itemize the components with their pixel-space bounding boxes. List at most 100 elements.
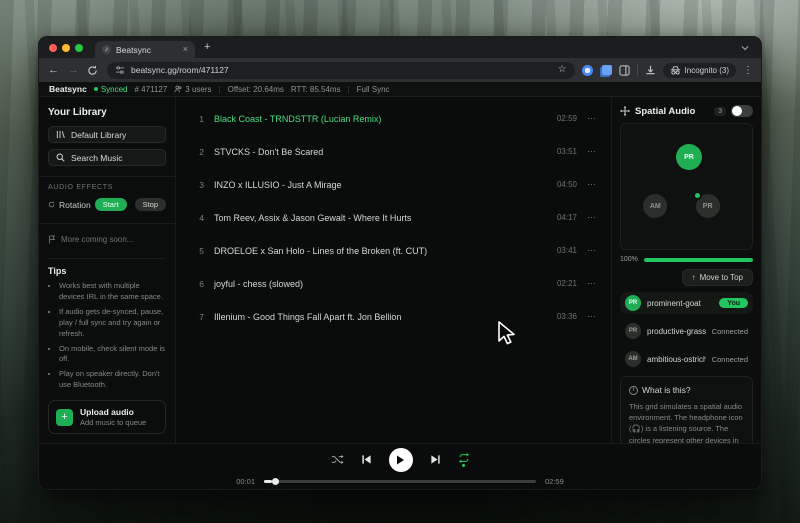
track-menu-icon[interactable]: ⋯ <box>587 311 597 322</box>
user-name: productive-grassho... <box>647 327 706 336</box>
address-bar[interactable]: beatsync.gg/room/471127 ☆ <box>107 62 575 79</box>
full-sync-button[interactable]: Full Sync <box>357 85 390 94</box>
default-library-button[interactable]: Default Library <box>48 126 166 143</box>
upload-audio-button[interactable]: + Upload audio Add music to queue <box>48 400 166 434</box>
side-panel-icon[interactable] <box>619 65 630 76</box>
track-row[interactable]: 6 joyful - chess (slowed) 02:21 ⋯ <box>176 267 611 300</box>
tab-search-chevron-icon[interactable] <box>741 45 749 51</box>
users-icon <box>174 85 182 93</box>
play-button[interactable] <box>389 448 413 472</box>
track-menu-icon[interactable]: ⋯ <box>587 278 597 289</box>
track-menu-icon[interactable]: ⋯ <box>587 212 597 223</box>
user-name: prominent-goat <box>647 299 713 308</box>
rotation-start-button[interactable]: Start <box>95 198 127 211</box>
close-window-button[interactable] <box>49 44 57 52</box>
move-to-top-button[interactable]: ↑ Move to Top <box>682 269 753 286</box>
forward-icon[interactable]: → <box>67 65 80 76</box>
track-title: joyful - chess (slowed) <box>214 279 547 289</box>
track-number: 4 <box>194 213 204 223</box>
library-icon <box>56 130 65 139</box>
audio-effects-label: AUDIO EFFECTS <box>48 184 166 191</box>
spatial-node-self[interactable]: PR <box>676 144 702 170</box>
tip-item: On mobile, check silent mode is off. <box>59 344 166 366</box>
track-menu-icon[interactable]: ⋯ <box>587 245 597 256</box>
reload-icon[interactable] <box>87 65 100 76</box>
move-icon <box>620 106 630 116</box>
spatial-grid[interactable]: PR AM PR <box>620 123 753 250</box>
search-music-button[interactable]: Search Music <box>48 149 166 166</box>
downloads-icon[interactable] <box>645 65 656 76</box>
what-is-this-box: i What is this? This grid simulates a sp… <box>620 376 753 443</box>
browser-menu-icon[interactable]: ⋮ <box>743 65 753 76</box>
rotation-effect-row: Rotation Start Stop <box>48 198 166 211</box>
track-duration: 03:51 <box>557 147 577 156</box>
tab-favicon-icon: ♪ <box>102 45 111 54</box>
library-title: Your Library <box>48 107 166 118</box>
spatial-node-device[interactable]: PR <box>696 194 720 218</box>
track-row[interactable]: 4 Tom Reev, Assix & Jason Gewalt - Where… <box>176 201 611 234</box>
next-track-icon[interactable] <box>430 454 441 465</box>
volume-percent: 100% <box>620 256 638 263</box>
shuffle-icon[interactable] <box>331 454 344 465</box>
track-duration: 02:21 <box>557 279 577 288</box>
user-status: Connected <box>712 355 748 364</box>
browser-toolbar: ← → beatsync.gg/room/471127 ☆ <box>39 58 761 82</box>
track-duration: 04:50 <box>557 180 577 189</box>
track-menu-icon[interactable]: ⋯ <box>587 146 597 157</box>
previous-track-icon[interactable] <box>361 454 372 465</box>
spatial-audio-toggle[interactable] <box>731 105 753 117</box>
extension-icon-2[interactable] <box>602 65 612 75</box>
track-number: 5 <box>194 246 204 256</box>
repeat-active-dot <box>462 464 465 467</box>
rotation-stop-button[interactable]: Stop <box>135 198 166 211</box>
library-sidebar: Your Library Default Library Search Musi… <box>39 97 176 443</box>
sync-status: Synced <box>94 85 128 94</box>
seek-bar[interactable] <box>264 480 536 483</box>
offset-value: Offset: 20.64ms <box>228 85 284 94</box>
track-row[interactable]: 7 Illenium - Good Things Fall Apart ft. … <box>176 300 611 333</box>
new-tab-button[interactable]: + <box>204 41 210 53</box>
extension-icon-1[interactable] <box>582 65 593 76</box>
user-avatar: PR <box>625 323 641 339</box>
track-row[interactable]: 1 Black Coast - TRNDSTTR (Lucian Remix) … <box>176 102 611 135</box>
track-duration: 02:59 <box>557 114 577 123</box>
room-id: # 471127 <box>135 85 168 94</box>
track-title: Black Coast - TRNDSTTR (Lucian Remix) <box>214 114 547 124</box>
tab-close-icon[interactable]: × <box>183 45 188 54</box>
track-menu-icon[interactable]: ⋯ <box>587 179 597 190</box>
search-icon <box>56 153 65 162</box>
volume-bar[interactable] <box>644 258 753 262</box>
track-menu-icon[interactable]: ⋯ <box>587 113 597 124</box>
play-icon <box>396 455 405 465</box>
minimize-window-button[interactable] <box>62 44 70 52</box>
tips-list: Works best with multiple devices IRL in … <box>48 281 166 391</box>
track-row[interactable]: 5 DROELOE x San Holo - Lines of the Brok… <box>176 234 611 267</box>
bookmark-star-icon[interactable]: ☆ <box>558 65 567 75</box>
back-icon[interactable]: ← <box>47 65 60 76</box>
user-name: ambitious-ostrich <box>647 355 706 364</box>
user-row[interactable]: AM ambitious-ostrich Connected <box>620 348 753 370</box>
repeat-icon[interactable] <box>458 453 470 467</box>
track-title: DROELOE x San Holo - Lines of the Broken… <box>214 246 547 256</box>
incognito-label: Incognito (3) <box>685 66 729 75</box>
info-title: i What is this? <box>629 384 744 397</box>
browser-tab[interactable]: ♪ Beatsync × <box>95 41 195 58</box>
user-row[interactable]: PR prominent-goat You <box>620 292 753 314</box>
tips-section: Tips Works best with multiple devices IR… <box>48 258 166 395</box>
user-status: Connected <box>712 327 748 336</box>
user-avatar: AM <box>625 351 641 367</box>
track-row[interactable]: 3 INZO x ILLUSIO - Just A Mirage 04:50 ⋯ <box>176 168 611 201</box>
toolbar-actions: Incognito (3) ⋮ <box>582 63 753 78</box>
incognito-badge[interactable]: Incognito (3) <box>663 63 736 78</box>
spatial-count-badge: 3 <box>714 107 726 116</box>
user-row[interactable]: PR productive-grassho... Connected <box>620 320 753 342</box>
headphone-listener-icon[interactable] <box>693 191 702 200</box>
site-info-icon[interactable] <box>115 65 125 75</box>
track-row[interactable]: 2 STVCKS - Don't Be Scared 03:51 ⋯ <box>176 135 611 168</box>
toolbar-divider <box>637 64 638 76</box>
maximize-window-button[interactable] <box>75 44 83 52</box>
track-title: STVCKS - Don't Be Scared <box>214 147 547 157</box>
spatial-node-device[interactable]: AM <box>643 194 667 218</box>
seek-handle[interactable] <box>272 478 279 485</box>
track-queue: 1 Black Coast - TRNDSTTR (Lucian Remix) … <box>176 97 611 443</box>
